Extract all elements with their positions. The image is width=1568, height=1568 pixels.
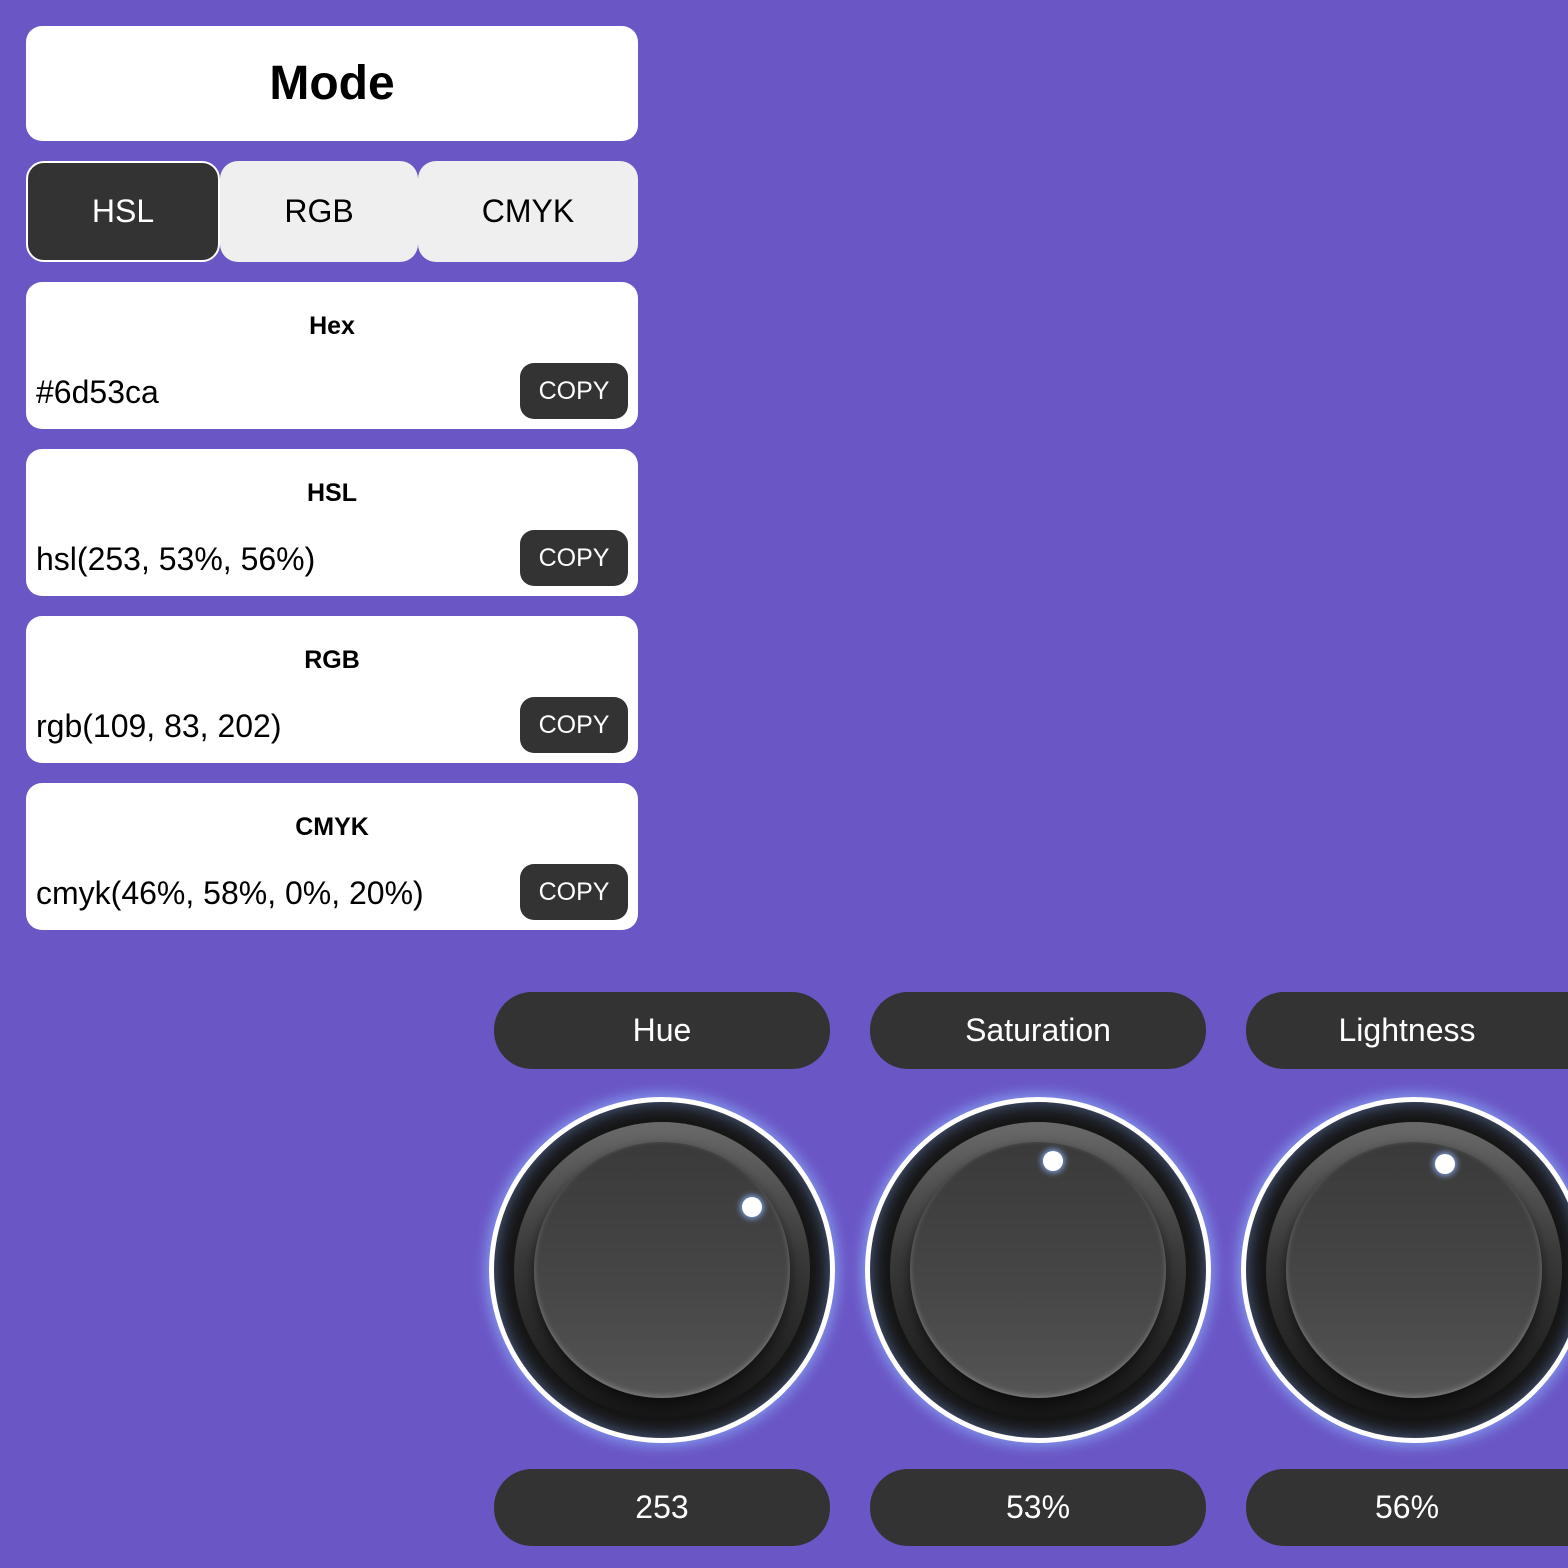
saturation-knob[interactable] xyxy=(865,1097,1211,1443)
hex-value: #6d53ca xyxy=(36,374,159,410)
lightness-value: 56% xyxy=(1246,1469,1568,1546)
copy-cmyk-button[interactable]: COPY xyxy=(520,864,628,920)
hex-card: Hex #6d53ca COPY xyxy=(26,282,638,429)
copy-hsl-button[interactable]: COPY xyxy=(520,530,628,586)
cmyk-label: CMYK xyxy=(295,813,369,841)
tab-cmyk[interactable]: CMYK xyxy=(418,161,638,262)
hex-label: Hex xyxy=(309,312,355,340)
lightness-label: Lightness xyxy=(1246,992,1568,1069)
mode-header: Mode xyxy=(26,26,638,141)
saturation-value: 53% xyxy=(870,1469,1206,1546)
copy-rgb-button[interactable]: COPY xyxy=(520,697,628,753)
cmyk-value: cmyk(46%, 58%, 0%, 20%) xyxy=(36,875,424,911)
rgb-label: RGB xyxy=(304,646,360,674)
hsl-label: HSL xyxy=(307,479,357,507)
tab-rgb[interactable]: RGB xyxy=(220,161,418,262)
hue-knob[interactable] xyxy=(489,1097,835,1443)
saturation-knob-cap xyxy=(910,1142,1166,1398)
mode-title: Mode xyxy=(269,57,395,110)
hue-value: 253 xyxy=(494,1469,830,1546)
hsl-card: HSL hsl(253, 53%, 56%) COPY xyxy=(26,449,638,596)
hue-knob-indicator xyxy=(741,1196,762,1217)
lightness-knob-indicator xyxy=(1434,1154,1455,1175)
rgb-card: RGB rgb(109, 83, 202) COPY xyxy=(26,616,638,763)
saturation-label: Saturation xyxy=(870,992,1206,1069)
copy-hex-button[interactable]: COPY xyxy=(520,363,628,419)
rgb-value: rgb(109, 83, 202) xyxy=(36,708,282,744)
lightness-knob[interactable] xyxy=(1241,1097,1568,1443)
lightness-knob-cap xyxy=(1286,1142,1542,1398)
tab-hsl[interactable]: HSL xyxy=(26,161,220,262)
cmyk-card: CMYK cmyk(46%, 58%, 0%, 20%) COPY xyxy=(26,783,638,930)
hue-knob-cap xyxy=(534,1142,790,1398)
hue-label: Hue xyxy=(494,992,830,1069)
mode-tabs: HSL RGB CMYK xyxy=(26,161,638,262)
hsl-value: hsl(253, 53%, 56%) xyxy=(36,541,316,577)
